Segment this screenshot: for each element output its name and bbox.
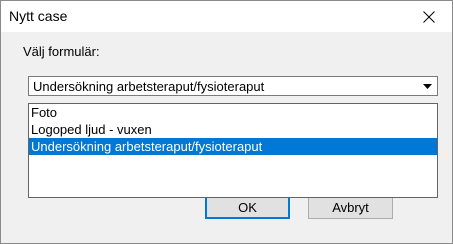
- list-item-foto[interactable]: Foto: [29, 104, 437, 121]
- close-button[interactable]: [406, 1, 452, 32]
- chevron-down-icon: [423, 83, 432, 89]
- form-options-list[interactable]: Foto Logoped ljud - vuxen Undersökning a…: [28, 103, 438, 198]
- form-select-label: Välj formulär:: [23, 44, 100, 59]
- form-select[interactable]: Undersökning arbetsteraput/fysioteraput: [28, 76, 438, 96]
- dialog-window: Nytt case Välj formulär: Undersökning ar…: [0, 0, 453, 244]
- list-item-logoped[interactable]: Logoped ljud - vuxen: [29, 121, 437, 138]
- close-icon: [423, 10, 435, 23]
- ok-button[interactable]: OK: [205, 195, 290, 219]
- cancel-button[interactable]: Avbryt: [308, 195, 393, 219]
- form-select-value: Undersökning arbetsteraput/fysioteraput: [33, 79, 265, 94]
- list-item-undersokning[interactable]: Undersökning arbetsteraput/fysioteraput: [29, 138, 437, 155]
- title-bar: Nytt case: [1, 1, 452, 32]
- dropdown-arrow-button[interactable]: [419, 78, 436, 94]
- window-title: Nytt case: [9, 8, 68, 24]
